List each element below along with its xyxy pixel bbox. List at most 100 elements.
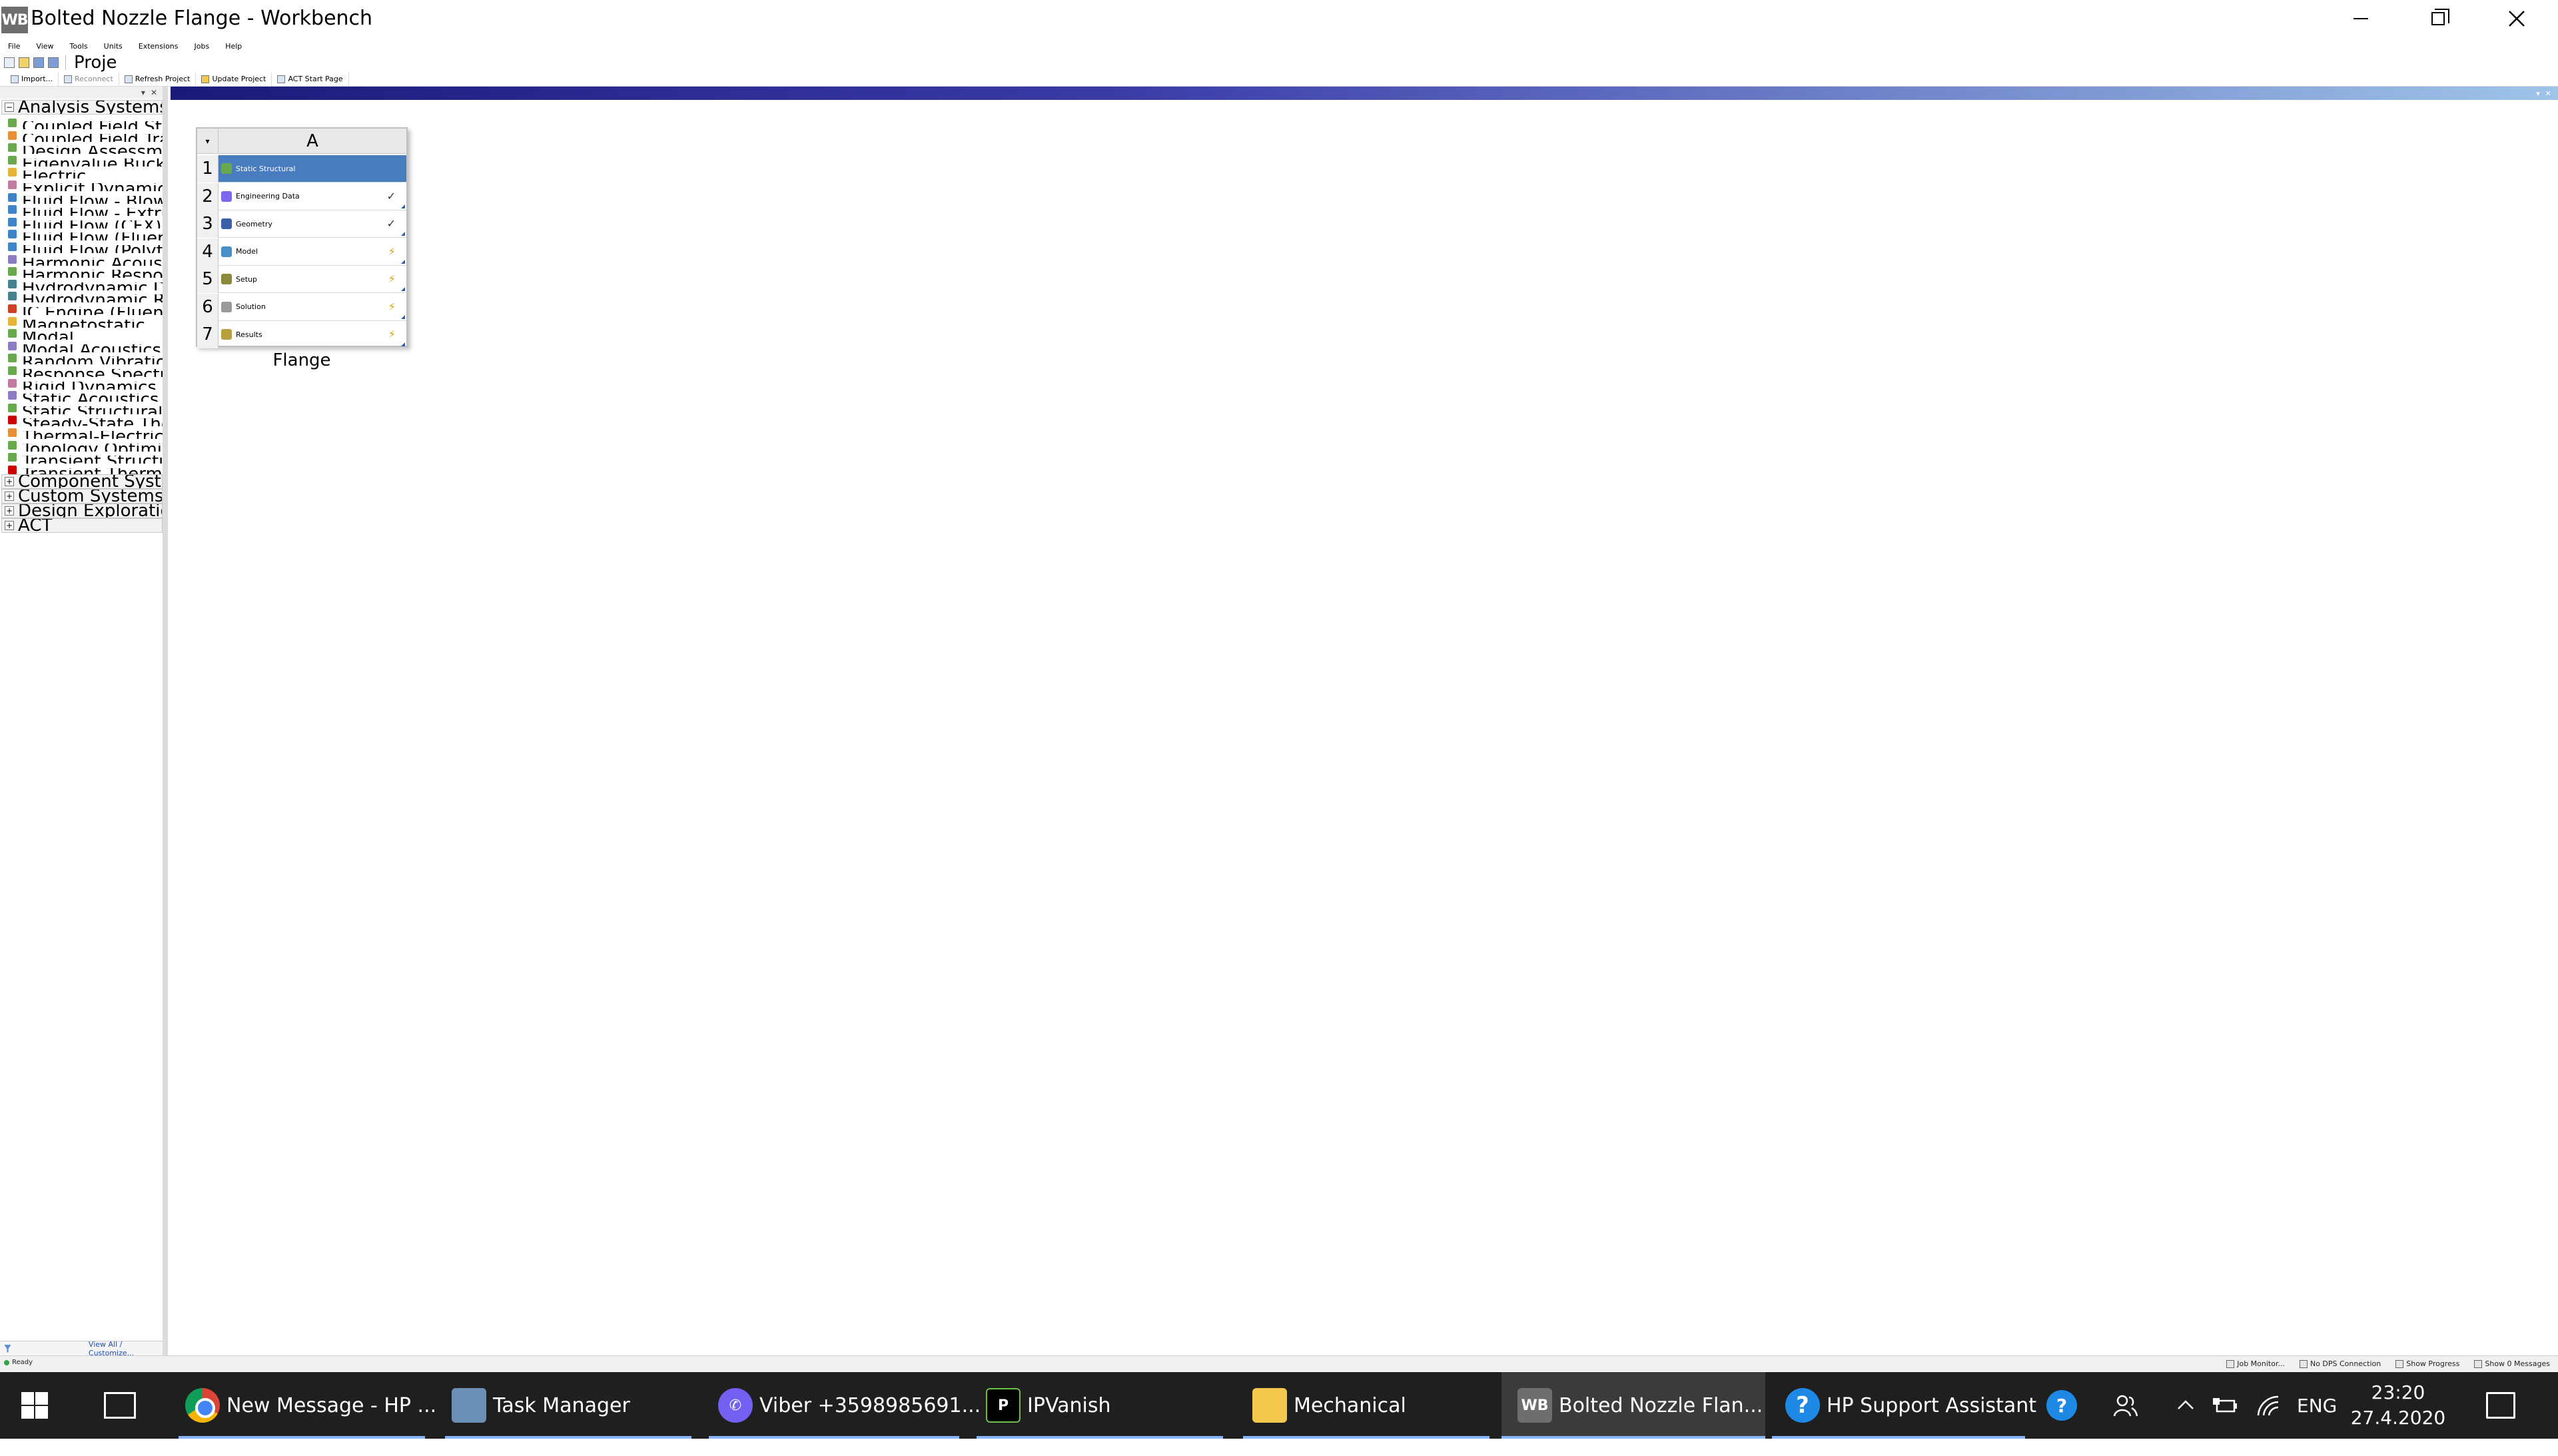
restore-button[interactable]	[2399, 0, 2477, 37]
menu-help[interactable]: Help	[225, 42, 242, 51]
toolbox-system-item[interactable]: Modal Acoustics	[1, 340, 163, 352]
system-cell[interactable]: 2 Engineering Data ✓	[197, 182, 406, 210]
toolbox-system-item[interactable]: Coupled Field Sta	[1, 117, 163, 129]
dps-connection-button[interactable]: No DPS Connection	[2299, 1359, 2381, 1368]
toolbox-system-item[interactable]: Topology Optimiz	[1, 439, 163, 452]
system-header: ▾ A	[197, 129, 406, 154]
minimize-button[interactable]	[2322, 0, 2399, 37]
act-category[interactable]: + ACT	[1, 518, 163, 533]
taskbar-task-manager[interactable]: Task Manager	[445, 1372, 691, 1439]
menu-tools[interactable]: Tools	[70, 42, 88, 51]
toolbox-system-item[interactable]: IC Engine (Fluent	[1, 302, 163, 315]
project-schematic[interactable]	[171, 100, 2558, 1355]
act-start-page-button[interactable]: ACT Start Page	[272, 71, 349, 87]
toolbox-system-item[interactable]: Harmonic Respon	[1, 265, 163, 278]
cell-body[interactable]: Results ⚡	[218, 321, 406, 348]
toolbox-system-item[interactable]: Magnetostatic	[1, 315, 163, 328]
toolbox-system-item[interactable]: Hydrodynamic Re	[1, 290, 163, 302]
toolbox-system-item[interactable]: Response Spectru	[1, 364, 163, 377]
pin-icon[interactable]: ▾	[141, 88, 145, 97]
system-cell[interactable]: 5 Setup ⚡	[197, 266, 406, 293]
toolbox-system-item[interactable]: Explicit Dynamics	[1, 179, 163, 191]
close-button[interactable]	[2478, 0, 2555, 37]
taskbar-chrome[interactable]: New Message - HP ...	[179, 1372, 436, 1439]
system-cell[interactable]: 3 Geometry ✓	[197, 210, 406, 238]
system-cell[interactable]: 7 Results ⚡	[197, 321, 406, 348]
refresh-project-button[interactable]: Refresh Project	[119, 71, 197, 87]
design-exploration-category[interactable]: + Design Exploratio	[1, 504, 163, 518]
toolbox-system-item[interactable]: Harmonic Acousti	[1, 253, 163, 266]
toolbox-system-item[interactable]: Design Assessme	[1, 141, 163, 154]
system-cell[interactable]: 6 Solution ⚡	[197, 293, 406, 321]
show-messages-button[interactable]: Show 0 Messages	[2474, 1359, 2550, 1368]
save-project-icon[interactable]	[33, 57, 44, 68]
update-project-button[interactable]: Update Project	[196, 71, 272, 87]
toolbox-system-item[interactable]: Fluid Flow (Polyfl	[1, 240, 163, 253]
network-button[interactable]	[2256, 1372, 2282, 1439]
system-cell[interactable]: 1 Static Structural	[197, 155, 406, 182]
filter-icon[interactable]	[4, 1344, 11, 1353]
toolbox-close-icon[interactable]: ✕	[151, 88, 157, 97]
cell-body[interactable]: Engineering Data ✓	[218, 183, 406, 210]
toolbox-system-item[interactable]: Rigid Dynamics	[1, 377, 163, 390]
import-button[interactable]: Import...	[5, 71, 59, 87]
new-project-icon[interactable]	[4, 57, 15, 68]
toolbox-system-item[interactable]: Fluid Flow - Blow	[1, 191, 163, 204]
system-name[interactable]: Flange	[196, 350, 408, 370]
toolbox-system-item[interactable]: Static Structural	[1, 402, 163, 414]
toolbox-system-item[interactable]: Fluid Flow (Fluent	[1, 228, 163, 240]
cell-body[interactable]: Solution ⚡	[218, 294, 406, 321]
system-cell[interactable]: 4 Model ⚡	[197, 238, 406, 266]
toolbox-system-item[interactable]: Random Vibration	[1, 352, 163, 364]
static-structural-system[interactable]: ▾ A 1 Static Structural 2 Engineering Data ✓…	[196, 127, 408, 348]
menu-file[interactable]: File	[8, 42, 20, 51]
toolbox-system-item[interactable]: Static Acoustics	[1, 389, 163, 402]
cell-body[interactable]: Geometry ✓	[218, 210, 406, 238]
schematic-pin-icon[interactable]: ▾	[2536, 89, 2540, 98]
help-tray-icon[interactable]: ?	[2046, 1372, 2084, 1439]
menu-bar: File View Tools Units Extensions Jobs He…	[0, 39, 2558, 53]
toolbox-system-item[interactable]: Modal	[1, 327, 163, 340]
taskbar-hp-support[interactable]: ? HP Support Assistant	[1772, 1372, 2036, 1439]
toolbox-system-item[interactable]: Transient Structu	[1, 451, 163, 464]
reconnect-button[interactable]: Reconnect	[59, 71, 119, 87]
cell-body[interactable]: Model ⚡	[218, 238, 406, 266]
menu-jobs[interactable]: Jobs	[195, 42, 210, 51]
cell-body[interactable]: Setup ⚡	[218, 266, 406, 293]
toolbox-system-item[interactable]: Fluid Flow - Extru	[1, 203, 163, 216]
people-button[interactable]	[2112, 1372, 2138, 1439]
menu-extensions[interactable]: Extensions	[139, 42, 179, 51]
taskbar-mechanical[interactable]: Mechanical	[1243, 1372, 1490, 1439]
taskbar-workbench[interactable]: WB Bolted Nozzle Flan...	[1501, 1372, 1765, 1439]
project-tab[interactable]: Proje	[74, 53, 117, 72]
custom-systems-category[interactable]: + Custom Systems	[1, 489, 163, 504]
toolbox-system-item[interactable]: Coupled Field Tra	[1, 129, 163, 142]
toolbox-system-item[interactable]: Electric	[1, 166, 163, 179]
action-center-button[interactable]	[2486, 1392, 2515, 1419]
start-button[interactable]	[21, 1392, 48, 1419]
system-menu-icon[interactable]: ▾	[197, 129, 218, 154]
show-hidden-icons-button[interactable]	[2176, 1372, 2196, 1439]
analysis-systems-category[interactable]: − Analysis Systems	[1, 100, 163, 115]
show-progress-button[interactable]: Show Progress	[2395, 1359, 2459, 1368]
toolbox-system-item[interactable]: Hydrodynamic Dif	[1, 278, 163, 290]
toolbox-system-item[interactable]: Steady-State The	[1, 414, 163, 426]
job-monitor-button[interactable]: Job Monitor...	[2226, 1359, 2285, 1368]
schematic-close-icon[interactable]: ✕	[2545, 89, 2551, 98]
component-systems-category[interactable]: + Component Syst	[1, 474, 163, 489]
clock[interactable]: 23:20 27.4.2020 г.	[2345, 1380, 2451, 1456]
view-all-customize-link[interactable]: View All / Customize...	[89, 1340, 163, 1357]
input-language-button[interactable]: ENG	[2297, 1372, 2337, 1439]
toolbox-system-item[interactable]: Fluid Flow (CFX)	[1, 216, 163, 228]
cell-body[interactable]: Static Structural	[218, 155, 406, 182]
taskbar-viber[interactable]: ✆ Viber +3598985691...	[709, 1372, 981, 1439]
menu-units[interactable]: Units	[104, 42, 123, 51]
taskbar-ipvanish[interactable]: P IPVanish	[977, 1372, 1223, 1439]
toolbox-system-item[interactable]: Thermal-Electric	[1, 426, 163, 439]
battery-button[interactable]	[2212, 1372, 2238, 1439]
toolbox-system-item[interactable]: Eigenvalue Buckli	[1, 154, 163, 167]
save-as-icon[interactable]	[48, 57, 59, 68]
open-project-icon[interactable]	[19, 57, 29, 68]
menu-view[interactable]: View	[36, 42, 53, 51]
task-view-button[interactable]	[104, 1392, 136, 1419]
